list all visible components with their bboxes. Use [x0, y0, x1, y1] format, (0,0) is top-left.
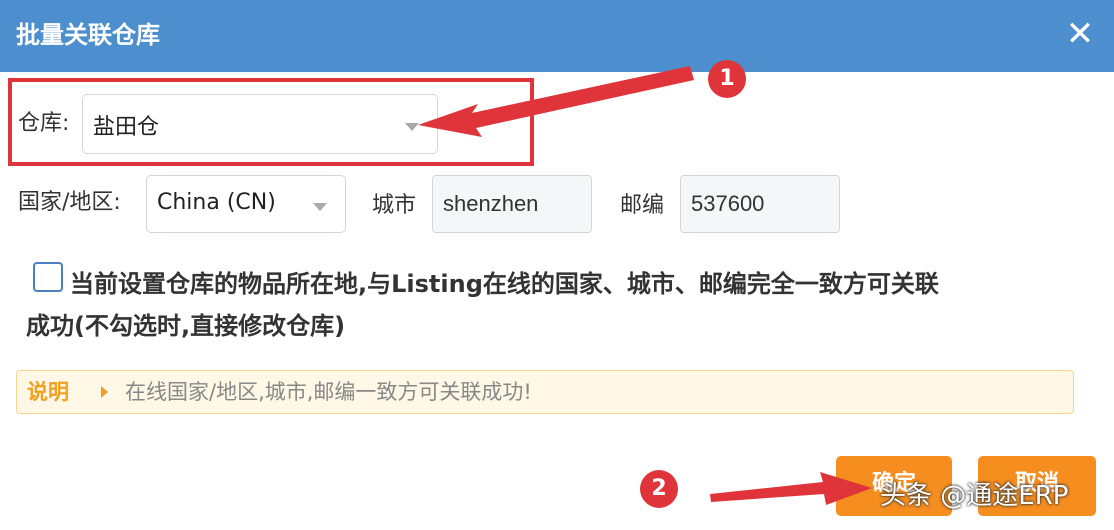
annotation-arrows: [418, 66, 872, 505]
arrow-icon: [710, 472, 872, 505]
badge-2: 2: [640, 470, 678, 508]
arrow-icon: [418, 66, 694, 137]
watermark: 头条 @通途ERP: [880, 481, 1069, 511]
badge-1: 1: [708, 60, 746, 98]
